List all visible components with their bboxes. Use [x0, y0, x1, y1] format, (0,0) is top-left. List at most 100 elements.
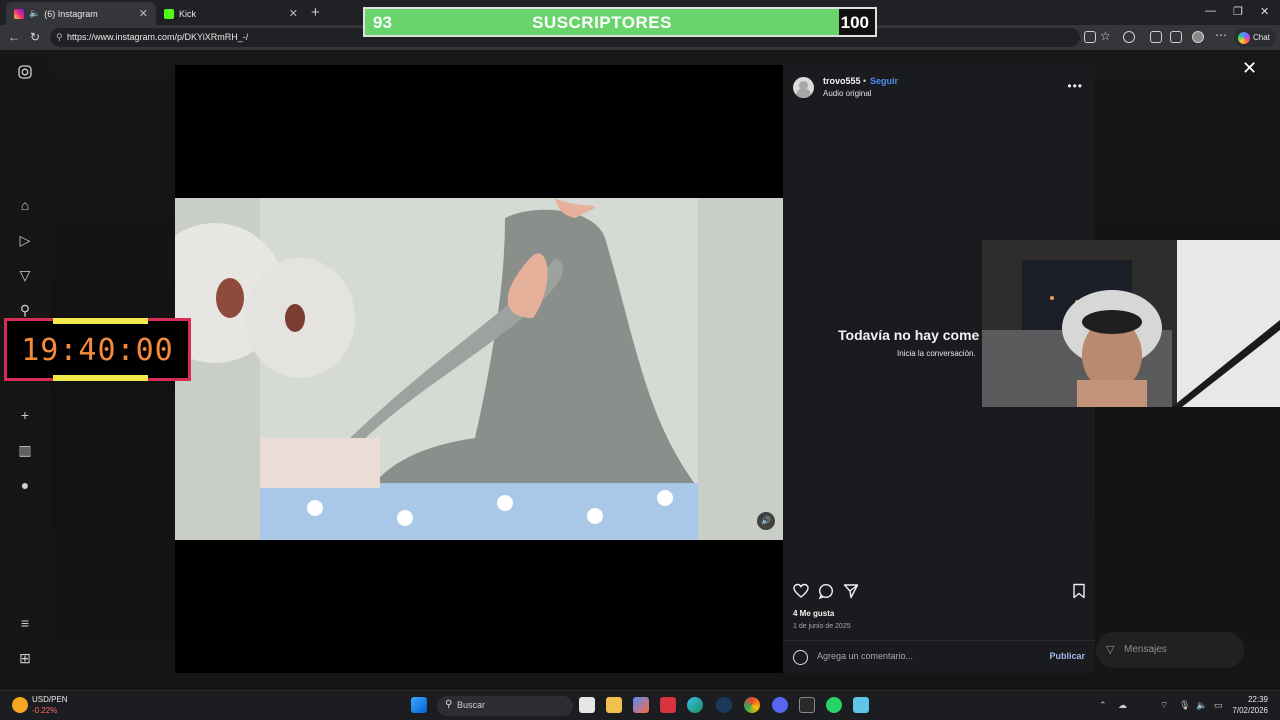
post-actions — [783, 580, 1095, 602]
timer-bottom-accent — [53, 375, 148, 381]
separator-dot: • — [863, 76, 867, 86]
save-bookmark-icon[interactable] — [1071, 583, 1087, 599]
file-explorer-icon[interactable] — [606, 697, 622, 713]
stock-widget-icon[interactable] — [12, 697, 28, 713]
emoji-icon[interactable] — [793, 650, 808, 665]
search-icon[interactable]: ⚲ — [17, 302, 33, 318]
menu-icon[interactable]: ≡ — [17, 615, 33, 631]
volume-icon[interactable]: 🔊 — [757, 512, 775, 530]
chrome-icon[interactable] — [744, 697, 760, 713]
task-view-icon[interactable] — [579, 697, 595, 713]
copilot-chat-button[interactable]: Chat — [1234, 28, 1276, 47]
follow-button[interactable]: Seguir — [870, 76, 898, 86]
more-apps-icon[interactable]: ⊞ — [17, 650, 33, 666]
speaker-icon[interactable]: 🔈 — [29, 8, 40, 19]
subscriber-label: SUSCRIPTORES — [532, 13, 672, 32]
taskbar-time[interactable]: 22:39 — [1248, 695, 1268, 704]
avatar[interactable] — [793, 77, 814, 98]
webcam-overlay — [982, 240, 1280, 407]
windows-taskbar: USD/PEN -0.22% ⚲ Buscar ⌃ ☁ ⌔ 🎙 🔈 ▭ 22:3… — [0, 690, 1280, 720]
microphone-icon[interactable]: 🎙 — [1179, 700, 1190, 711]
edge-browser-icon[interactable] — [687, 697, 703, 713]
maximize-icon[interactable]: ❐ — [1233, 5, 1243, 18]
profile-avatar-icon[interactable]: ● — [17, 477, 33, 493]
close-modal-icon[interactable]: ✕ — [1242, 58, 1257, 79]
instagram-favicon-icon — [14, 8, 24, 19]
chat-label: Chat — [1253, 33, 1270, 42]
messages-icon: ▽ — [1106, 644, 1115, 656]
discord-icon[interactable] — [772, 697, 788, 713]
volume-tray-icon[interactable]: 🔈 — [1196, 700, 1207, 711]
collections-icon[interactable] — [1150, 31, 1162, 43]
kick-favicon-icon — [164, 8, 174, 19]
comment-input[interactable]: Agrega un comentario... — [817, 651, 913, 661]
timer-value: 19:40:00 — [21, 333, 174, 368]
tab-label: Kick — [179, 8, 197, 19]
split-screen-icon[interactable] — [1170, 31, 1182, 43]
taskbar-date[interactable]: 7/02/2026 — [1232, 706, 1268, 715]
favorite-star-icon[interactable]: ☆ — [1100, 29, 1111, 43]
timer-top-accent — [53, 318, 148, 324]
comment-icon[interactable] — [818, 583, 834, 599]
windows-start-icon[interactable] — [411, 697, 427, 713]
post-username[interactable]: trovo555 — [823, 76, 861, 86]
window-close-icon[interactable]: ✕ — [1260, 5, 1269, 18]
stock-name[interactable]: USD/PEN — [32, 695, 68, 704]
like-heart-icon[interactable] — [793, 583, 809, 599]
post-date: 1 de junio de 2025 — [793, 623, 851, 630]
close-tab-icon[interactable]: ✕ — [289, 7, 298, 20]
settings-more-icon[interactable]: ⋯ — [1215, 28, 1227, 42]
copilot-app-icon[interactable] — [633, 697, 649, 713]
url-text: https://www.instagram.com/p/DKYiXRmRH_-/ — [67, 32, 249, 42]
minimize-icon[interactable]: — — [1205, 5, 1216, 17]
battery-icon[interactable]: ▭ — [1214, 700, 1223, 711]
whatsapp-icon[interactable] — [826, 697, 842, 713]
tab-label: (6) Instagram — [44, 8, 98, 19]
tray-chevron-icon[interactable]: ⌃ — [1099, 700, 1107, 711]
network-icon[interactable]: ⌔ — [1160, 700, 1168, 711]
stream-timer: 19:40:00 — [4, 318, 191, 381]
notepad-icon[interactable] — [853, 697, 869, 713]
steam-icon[interactable] — [716, 697, 732, 713]
home-icon[interactable]: ⌂ — [17, 197, 33, 213]
obs-icon[interactable] — [799, 697, 815, 713]
direct-messages-icon[interactable]: ▽ — [17, 267, 33, 283]
extensions-icon[interactable] — [1084, 31, 1096, 43]
messages-button[interactable]: ▽ Mensajes — [1096, 632, 1244, 668]
search-placeholder: Buscar — [457, 700, 486, 710]
profile-icon[interactable] — [1192, 31, 1204, 43]
no-comments-title: Todavía no hay come — [838, 327, 980, 343]
post-media[interactable]: 🔊 — [175, 65, 783, 673]
close-tab-icon[interactable]: ✕ — [139, 7, 148, 20]
subscriber-target: 100 — [840, 13, 869, 32]
webcam-feed — [982, 240, 1280, 407]
onedrive-icon[interactable]: ☁ — [1118, 700, 1127, 711]
audio-link[interactable]: Audio original — [823, 89, 871, 98]
create-icon[interactable]: + — [17, 407, 33, 423]
site-info-icon[interactable]: ⚲ — [56, 28, 63, 47]
taskbar-search[interactable]: ⚲ Buscar — [437, 696, 573, 716]
video-frame — [175, 198, 783, 540]
search-icon: ⚲ — [445, 699, 453, 710]
no-comments-subtitle: Inicia la conversación. — [897, 349, 976, 358]
messages-label: Mensajes — [1124, 644, 1167, 655]
more-icon[interactable]: ••• — [1067, 79, 1083, 93]
tab-kick[interactable]: Kick ✕ — [156, 2, 306, 25]
likes-count[interactable]: 4 Me gusta — [793, 609, 834, 618]
tab-instagram[interactable]: 🔈 (6) Instagram ✕ — [6, 2, 156, 25]
publish-button[interactable]: Publicar — [1049, 651, 1085, 661]
subscriber-goal-bar: 93 SUSCRIPTORES 100 — [363, 7, 877, 37]
new-tab-icon[interactable]: + — [311, 4, 320, 21]
app-red-icon[interactable] — [660, 697, 676, 713]
copilot-icon — [1238, 31, 1250, 44]
share-icon[interactable] — [843, 583, 859, 599]
post-header: trovo555 • Seguir Audio original ••• — [783, 65, 1095, 109]
browser-essentials-icon[interactable] — [1123, 31, 1135, 43]
dashboard-icon[interactable]: ▥ — [17, 442, 33, 458]
instagram-logo-icon[interactable] — [17, 65, 33, 81]
reload-icon[interactable]: ↻ — [30, 30, 40, 44]
back-icon[interactable]: ← — [8, 30, 20, 44]
video-player[interactable]: 🔊 — [175, 198, 783, 540]
stock-change: -0.22% — [32, 706, 58, 715]
reels-icon[interactable]: ▷ — [17, 232, 33, 248]
